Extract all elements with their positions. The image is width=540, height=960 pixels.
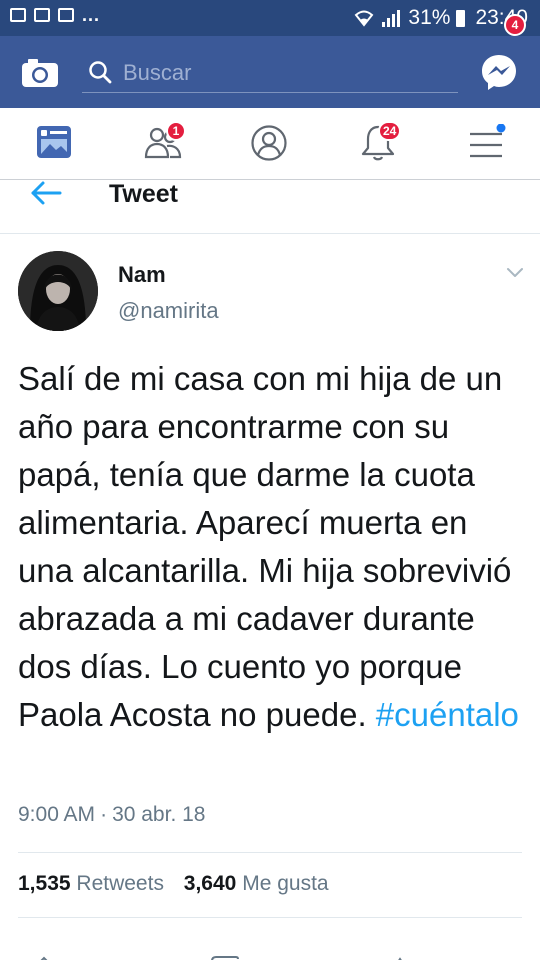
likes-label: Me gusta xyxy=(242,872,329,895)
news-feed-icon xyxy=(37,126,71,158)
back-arrow-icon xyxy=(31,181,62,205)
tweet-options-button[interactable] xyxy=(505,265,525,281)
likes-count: 3,640 xyxy=(183,872,237,895)
signal-icon xyxy=(382,10,401,27)
reply-icon xyxy=(40,956,48,960)
retweets-label: Retweets xyxy=(76,872,164,895)
tweet-timestamp: 9:00 AM · 30 abr. 18 xyxy=(18,803,205,827)
page-title: Tweet xyxy=(109,180,178,208)
tweet-actions xyxy=(0,938,540,960)
tweet-header: Tweet xyxy=(0,180,540,234)
search-icon xyxy=(89,61,112,84)
divider xyxy=(18,917,522,918)
messenger-badge: 4 xyxy=(504,14,526,36)
battery-percent: 31% xyxy=(408,6,451,29)
battery-icon xyxy=(456,9,466,27)
tweet-body: Salí de mi casa con mi hija de un año pa… xyxy=(18,360,512,733)
avatar[interactable] xyxy=(18,251,98,331)
camera-icon xyxy=(22,59,58,87)
search-input[interactable]: Buscar xyxy=(82,53,458,93)
facebook-top-bar: Buscar xyxy=(0,36,540,108)
messenger-icon xyxy=(482,55,516,90)
like-button[interactable] xyxy=(390,952,420,960)
retweet-icon xyxy=(211,956,239,960)
tweet-time: 9:00 AM xyxy=(18,803,96,826)
messenger-button[interactable] xyxy=(480,53,518,91)
reply-button[interactable] xyxy=(33,952,63,960)
tweet-date: 30 abr. 18 xyxy=(112,803,206,826)
avatar-photo xyxy=(18,251,98,331)
profile-icon xyxy=(251,125,287,161)
heart-icon xyxy=(398,957,402,960)
author-handle[interactable]: @namirita xyxy=(118,298,219,324)
wifi-icon xyxy=(355,10,374,27)
retweets-stat[interactable]: 1,535 Retweets xyxy=(18,872,164,895)
notifications-badge: 24 xyxy=(378,121,402,141)
menu-icon xyxy=(470,124,506,158)
status-bar: ... 31% 23:40 xyxy=(0,0,540,36)
author-name[interactable]: Nam xyxy=(118,262,166,288)
divider xyxy=(18,852,522,853)
timestamp-separator: · xyxy=(100,803,108,826)
mail-notification-icon xyxy=(34,8,50,22)
more-notifications-indicator: ... xyxy=(82,5,101,25)
likes-stat[interactable]: 3,640 Me gusta xyxy=(184,872,329,895)
camera-button[interactable] xyxy=(22,58,58,87)
tab-menu[interactable] xyxy=(468,124,508,164)
image-notification-icon xyxy=(10,8,26,22)
status-right: 31% 23:40 xyxy=(354,6,528,30)
back-button[interactable] xyxy=(28,180,64,208)
tweet-text: Salí de mi casa con mi hija de un año pa… xyxy=(18,355,523,739)
friend-requests-badge: 1 xyxy=(166,121,186,141)
chevron-down-icon xyxy=(507,268,523,277)
tab-news-feed[interactable] xyxy=(36,124,76,164)
facebook-tab-bar: 1 24 xyxy=(0,108,540,180)
retweets-count: 1,535 xyxy=(18,872,71,895)
hashtag-link[interactable]: #cuéntalo xyxy=(376,696,519,733)
retweet-button[interactable] xyxy=(210,952,240,960)
gmail-notification-icon xyxy=(58,8,74,22)
tab-profile[interactable] xyxy=(250,124,290,164)
status-notifications: ... xyxy=(10,5,101,25)
search-placeholder: Buscar xyxy=(123,60,192,85)
tweet-stats: 1,535 Retweets 3,640 Me gusta xyxy=(18,872,329,896)
